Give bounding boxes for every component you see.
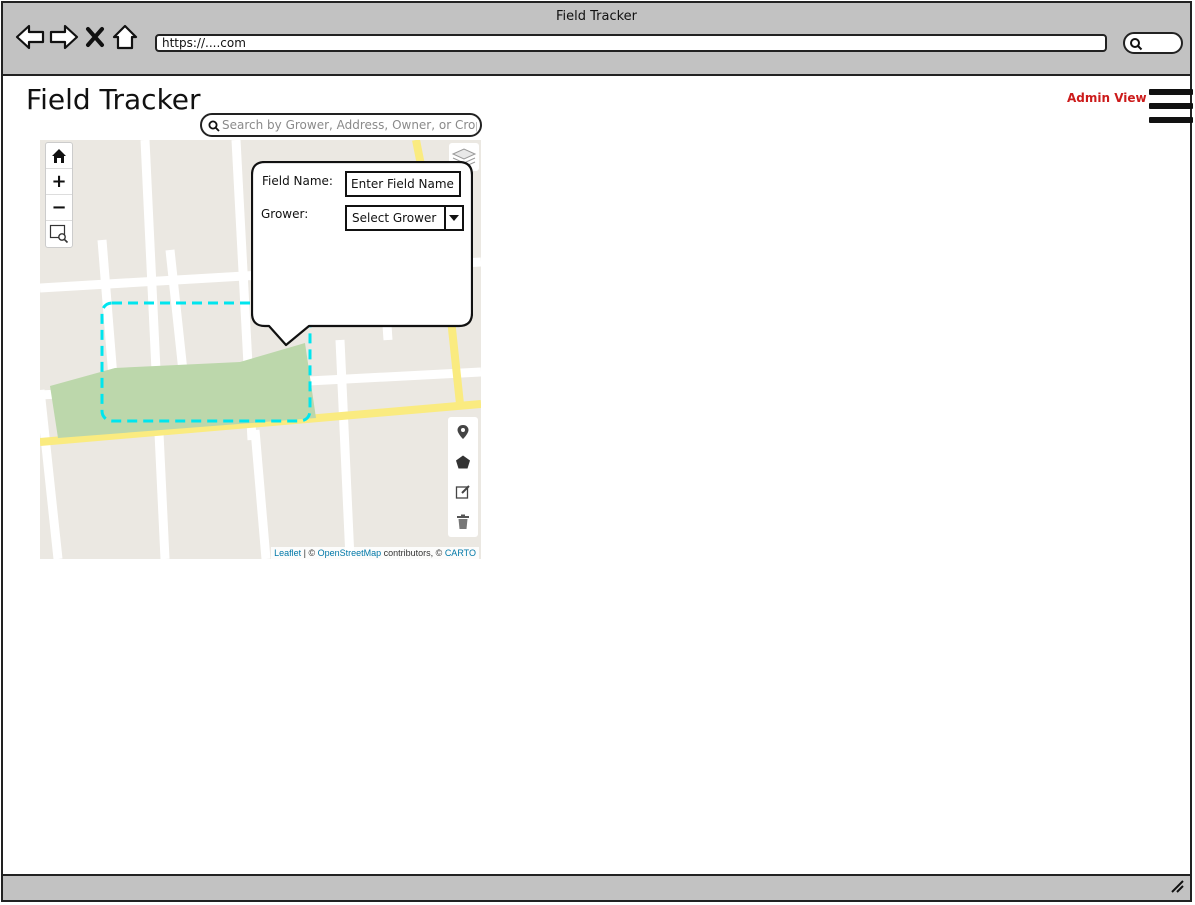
draw-marker-button[interactable]	[448, 417, 478, 447]
zoom-box-icon	[49, 224, 69, 244]
home-icon	[52, 148, 66, 163]
field-name-input[interactable]	[345, 171, 461, 197]
forward-icon[interactable]	[49, 23, 79, 55]
browser-window: Field Tracker https://....com Field Trac…	[1, 1, 1193, 902]
map-zoom-controls: + −	[45, 142, 73, 248]
carto-link[interactable]: CARTO	[445, 548, 476, 558]
leaflet-link[interactable]: Leaflet	[274, 548, 301, 558]
delete-layers-button[interactable]	[448, 507, 478, 537]
map-home-button[interactable]	[46, 143, 72, 169]
map-pin-icon	[457, 425, 469, 439]
admin-view-link[interactable]: Admin View	[1067, 91, 1147, 105]
stop-icon[interactable]	[83, 23, 107, 55]
attribution-separator: | ©	[301, 548, 318, 558]
page-title: Field Tracker	[26, 83, 201, 116]
browser-search-field[interactable]	[1123, 32, 1183, 54]
polygon-icon	[456, 455, 470, 469]
search-input[interactable]	[222, 117, 477, 133]
nav-buttons	[15, 23, 139, 55]
field-name-label: Field Name:	[262, 174, 333, 188]
grower-select-value: Select Grower	[352, 211, 437, 225]
openstreetmap-link[interactable]: OpenStreetMap	[318, 548, 382, 558]
attribution-contributors: contributors, ©	[381, 548, 445, 558]
window-title: Field Tracker	[555, 9, 638, 24]
resize-grip-icon[interactable]	[1170, 878, 1184, 897]
chevron-down-icon[interactable]	[444, 207, 462, 229]
zoom-in-button[interactable]: +	[46, 169, 72, 195]
field-popup: Field Name: Grower: Select Grower	[251, 161, 473, 347]
draw-polygon-button[interactable]	[448, 447, 478, 477]
url-bar[interactable]: https://....com	[155, 34, 1107, 52]
home-icon[interactable]	[111, 23, 139, 55]
zoom-box-button[interactable]	[46, 221, 72, 247]
edit-layers-button[interactable]	[448, 477, 478, 507]
trash-icon	[457, 514, 469, 529]
map-attribution: Leaflet | © OpenStreetMap contributors, …	[271, 547, 479, 559]
edit-icon	[455, 485, 470, 499]
grower-label: Grower:	[261, 207, 309, 221]
hamburger-menu-icon[interactable]	[1149, 89, 1193, 129]
search-bar[interactable]	[200, 113, 482, 137]
zoom-out-button[interactable]: −	[46, 195, 72, 221]
draw-toolbar	[448, 417, 478, 537]
status-bar	[3, 874, 1190, 900]
back-icon[interactable]	[15, 23, 45, 55]
browser-chrome: Field Tracker https://....com	[3, 3, 1190, 76]
grower-select[interactable]: Select Grower	[345, 205, 464, 231]
